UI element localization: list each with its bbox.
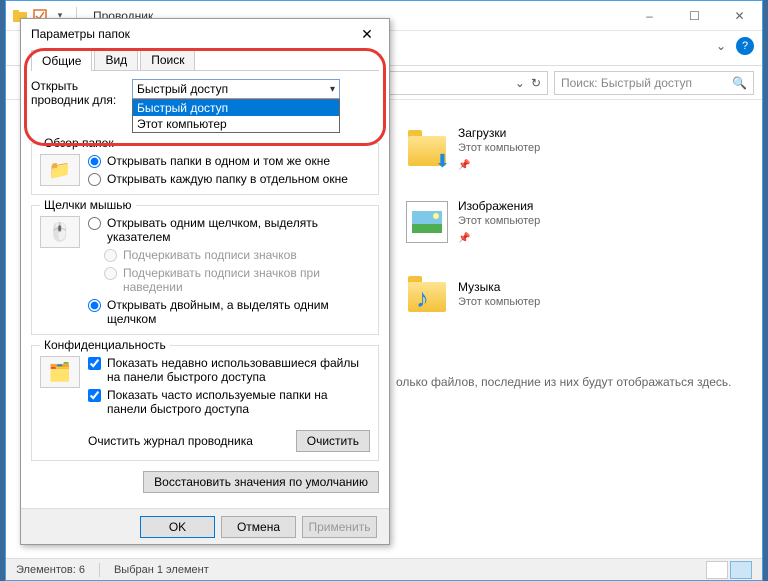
search-input[interactable]: Поиск: Быстрый доступ 🔍: [554, 71, 754, 95]
details-view-button[interactable]: [706, 561, 728, 579]
radio-same-window[interactable]: Открывать папки в одном и том же окне: [88, 154, 348, 168]
help-icon[interactable]: ?: [736, 37, 754, 55]
dialog-title: Параметры папок: [31, 27, 130, 41]
ok-button[interactable]: OK: [140, 516, 215, 538]
list-item[interactable]: ⬇ Загрузки Этот компьютер 📌: [406, 125, 540, 173]
separator: [99, 563, 100, 577]
click-icon: 🖱️: [40, 216, 80, 248]
privacy-icon: 🗂️: [40, 356, 80, 388]
combo-option[interactable]: Быстрый доступ: [133, 100, 339, 116]
open-for-label: Открыть проводник для:: [31, 79, 126, 107]
item-name: Загрузки: [458, 126, 540, 141]
dialog-titlebar: Параметры папок ✕: [21, 19, 389, 49]
check-frequent-folders[interactable]: Показать часто используемые папки на пан…: [88, 388, 370, 416]
group-legend: Щелчки мышью: [40, 198, 136, 212]
open-explorer-row: Открыть проводник для: Быстрый доступ ▾ …: [31, 79, 379, 107]
pin-icon: 📌: [458, 158, 540, 173]
list-item[interactable]: ♪ Музыка Этот компьютер: [406, 271, 540, 319]
combo-option[interactable]: Этот компьютер: [133, 116, 339, 132]
radio-underline-always: Подчеркивать подписи значков: [104, 248, 370, 262]
pictures-folder-icon: [406, 201, 448, 243]
window-controls: – ☐ ✕: [627, 2, 762, 30]
minimize-button[interactable]: –: [627, 2, 672, 30]
close-button[interactable]: ✕: [717, 2, 762, 30]
radio-underline-hover: Подчеркивать подписи значков при наведен…: [104, 266, 370, 294]
item-location: Этот компьютер: [458, 141, 540, 156]
music-folder-icon: ♪: [406, 274, 448, 316]
ribbon-expand-icon[interactable]: ⌄: [716, 39, 726, 53]
check-recent-files[interactable]: Показать недавно использовавшиеся файлы …: [88, 356, 370, 384]
item-count: Элементов: 6: [16, 564, 85, 576]
dialog-close-button[interactable]: ✕: [355, 22, 379, 46]
item-name: Музыка: [458, 280, 540, 295]
address-dropdown-icon[interactable]: ⌄: [515, 76, 525, 90]
item-name: Изображения: [458, 199, 540, 214]
maximize-button[interactable]: ☐: [672, 2, 717, 30]
cancel-button[interactable]: Отмена: [221, 516, 296, 538]
click-items-group: Щелчки мышью 🖱️ Открывать одним щелчком,…: [31, 205, 379, 335]
dialog-buttons: OK Отмена Применить: [21, 508, 389, 544]
refresh-icon[interactable]: ↻: [531, 76, 541, 90]
tiles-view-button[interactable]: [730, 561, 752, 579]
tab-general[interactable]: Общие: [31, 50, 92, 71]
tab-search[interactable]: Поиск: [140, 49, 195, 70]
downloads-folder-icon: ⬇: [406, 128, 448, 170]
selection-count: Выбран 1 элемент: [114, 564, 209, 576]
hint-text: олько файлов, последние из них будут ото…: [396, 375, 732, 389]
folder-options-dialog: Параметры папок ✕ Общие Вид Поиск Открыт…: [20, 18, 390, 545]
chevron-down-icon: ▾: [330, 84, 335, 95]
pin-icon: 📌: [458, 231, 540, 246]
view-toggles: [706, 561, 752, 579]
browse-icon: 📁: [40, 154, 80, 186]
browse-folders-group: Обзор папок 📁 Открывать папки в одном и …: [31, 143, 379, 195]
search-placeholder: Поиск: Быстрый доступ: [561, 76, 692, 90]
combo-value: Быстрый доступ: [137, 82, 228, 96]
list-item[interactable]: Изображения Этот компьютер 📌: [406, 198, 540, 246]
radio-new-window[interactable]: Открывать каждую папку в отдельном окне: [88, 172, 348, 186]
item-location: Этот компьютер: [458, 214, 540, 229]
tab-view[interactable]: Вид: [94, 49, 138, 70]
status-bar: Элементов: 6 Выбран 1 элемент: [6, 558, 762, 580]
item-location: Этот компьютер: [458, 295, 540, 310]
privacy-group: Конфиденциальность 🗂️ Показать недавно и…: [31, 345, 379, 461]
open-for-combobox[interactable]: Быстрый доступ ▾: [132, 79, 340, 99]
apply-button[interactable]: Применить: [302, 516, 377, 538]
restore-defaults-button[interactable]: Восстановить значения по умолчанию: [143, 471, 379, 493]
clear-history-label: Очистить журнал проводника: [88, 434, 296, 448]
dialog-body: Общие Вид Поиск Открыть проводник для: Б…: [21, 49, 389, 509]
radio-double-click[interactable]: Открывать двойным, а выделять одним щелч…: [88, 298, 370, 326]
group-legend: Конфиденциальность: [40, 338, 170, 352]
search-icon: 🔍: [732, 76, 747, 90]
clear-button[interactable]: Очистить: [296, 430, 370, 452]
radio-single-click[interactable]: Открывать одним щелчком, выделять указат…: [88, 216, 370, 244]
tabs: Общие Вид Поиск: [31, 49, 379, 71]
group-legend: Обзор папок: [40, 136, 118, 150]
items-list: ⬇ Загрузки Этот компьютер 📌 Изображения …: [406, 125, 540, 344]
combo-dropdown: Быстрый доступ Этот компьютер: [132, 99, 340, 133]
